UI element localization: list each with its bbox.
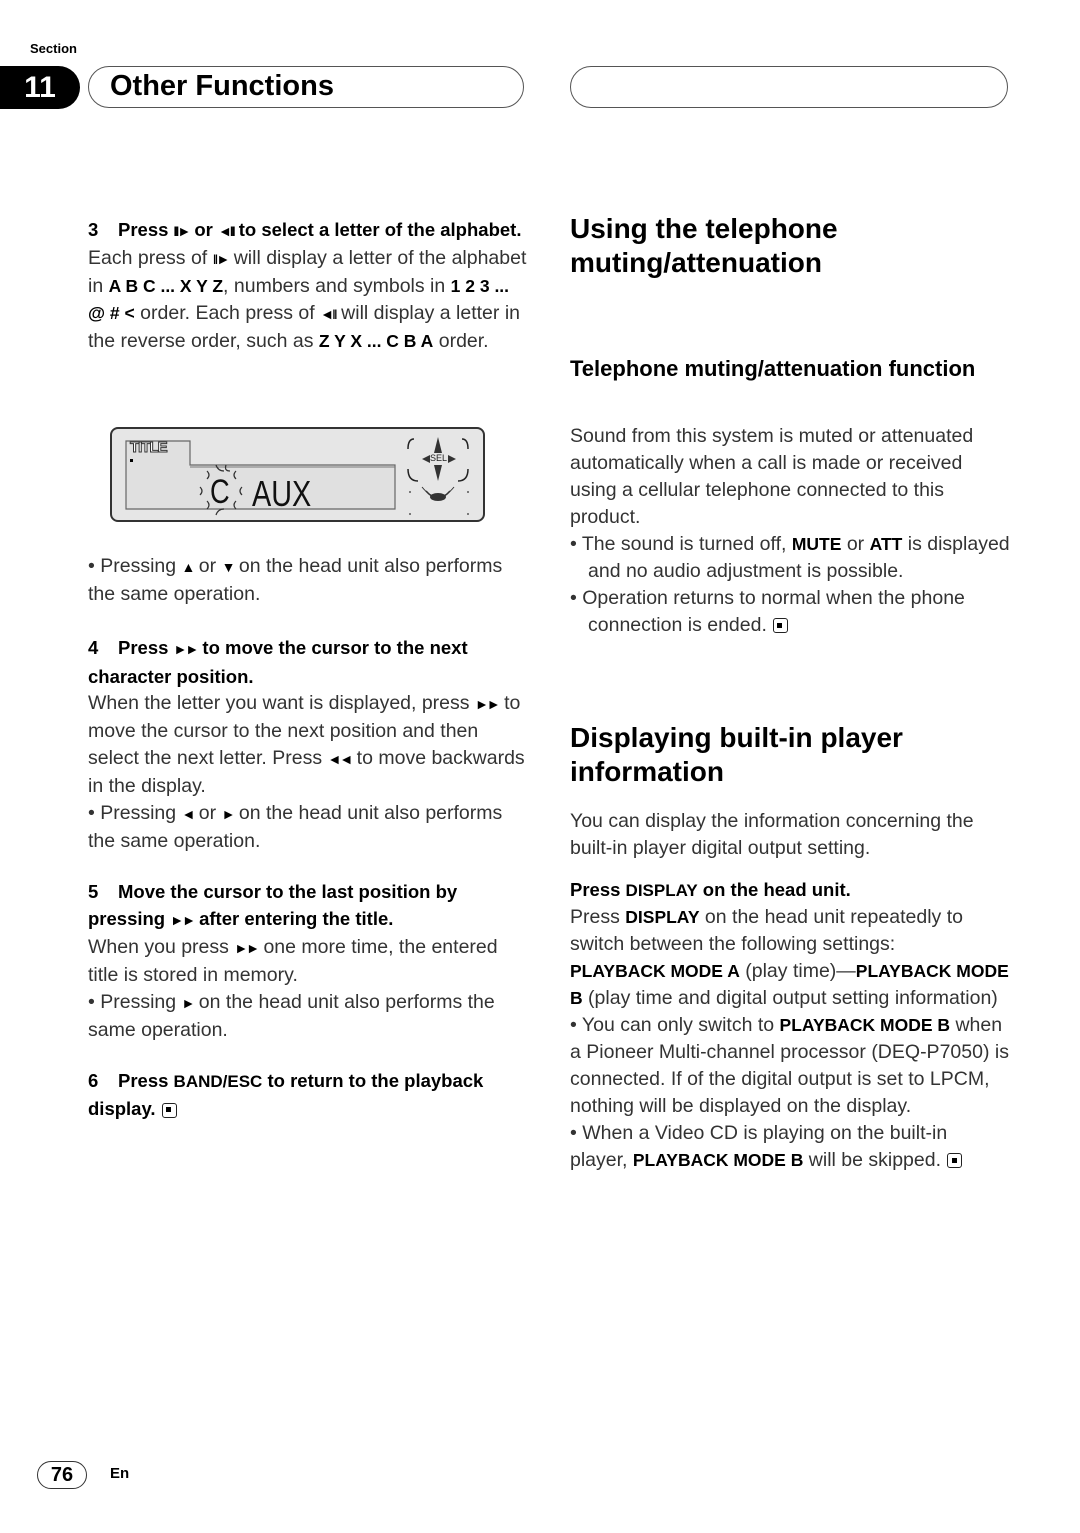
display-modes: PLAYBACK MODE A (play time)—PLAYBACK MOD…	[570, 960, 1009, 1009]
triangle-left-icon: ◄	[181, 806, 196, 822]
step-5: 5 Move the cursor to the last position by…	[88, 878, 528, 1044]
step-3-body: Each press of II► will display a letter …	[88, 247, 527, 352]
fast-forward-icon: ►►	[234, 940, 260, 956]
heading-displaying-info: Displaying built-in player information	[570, 722, 903, 787]
display-body: You can display the information concerni…	[570, 810, 974, 859]
step-3: 3 Press II► or ◄II to select a letter of …	[88, 216, 528, 355]
step-3-heading: 3 Press II► or ◄II to select a letter of …	[88, 219, 522, 240]
display-bullet-2: • When a Video CD is playing on the buil…	[570, 1120, 1010, 1174]
page-number: 76	[37, 1461, 87, 1489]
section-label: Section	[30, 41, 77, 56]
pause-play-icon: II►	[173, 223, 192, 239]
step-6: 6 Press BAND/ESC to return to the playbac…	[88, 1067, 528, 1122]
display-section: You can display the information concerni…	[570, 808, 1010, 1174]
telephone-bullet-1: • The sound is turned off, MUTE or ATT i…	[570, 533, 1010, 582]
step-5-bullet: • Pressing ► on the head unit also perfo…	[88, 991, 495, 1041]
step-5-body: When you press ►► one more time, the ent…	[88, 936, 498, 986]
end-of-section-icon	[161, 1102, 177, 1118]
telephone-section: Sound from this system is muted or atten…	[570, 423, 1010, 639]
step-5-heading: 5 Move the cursor to the last position by…	[88, 881, 458, 929]
empty-header-frame	[570, 66, 1008, 108]
lcd-blinking-char: C	[210, 473, 230, 511]
pause-play-icon: II►	[212, 251, 231, 267]
telephone-body: Sound from this system is muted or atten…	[570, 425, 974, 528]
step-4: 4 Press ►► to move the cursor to the next…	[88, 634, 528, 855]
triangle-right-icon: ►	[181, 995, 196, 1011]
step-4-body: When the letter you want is displayed, p…	[88, 692, 525, 797]
display-step-body: Press DISPLAY on the head unit repeatedl…	[570, 906, 963, 955]
heading-telephone-function: Telephone muting/attenuation function	[570, 356, 976, 381]
heading-telephone-muting: Using the telephone muting/attenuation	[570, 213, 838, 278]
step-4-bullet: • Pressing ◄ or ► on the head unit also …	[88, 802, 503, 852]
lcd-title-tag: TITLE	[130, 439, 169, 457]
fast-forward-icon: ►►	[474, 696, 501, 712]
step-4-heading: 4 Press ►► to move the cursor to the next…	[88, 637, 468, 687]
bullet-up-down: • Pressing ▲ or ▼ on the head unit also …	[88, 555, 503, 605]
telephone-bullet-2: • Operation returns to normal when the p…	[570, 587, 965, 636]
section-title: Other Functions	[110, 70, 334, 102]
fast-forward-icon: ►►	[173, 641, 200, 657]
triangle-up-icon: ▲	[181, 559, 196, 575]
triangle-down-icon: ▼	[221, 559, 236, 575]
lcd-display-illustration: TITLE C AUX SEL	[110, 427, 485, 522]
end-of-section-icon	[772, 618, 788, 634]
display-step-heading: Press DISPLAY on the head unit.	[570, 879, 851, 900]
section-number-badge: 11	[0, 66, 80, 109]
end-of-section-icon	[947, 1153, 963, 1169]
rewind-icon: ◄◄	[327, 751, 354, 767]
play-reverse-pause-icon: ◄II	[320, 306, 338, 322]
lcd-text: AUX	[252, 473, 312, 514]
triangle-right-icon: ►	[221, 806, 236, 822]
language-label: En	[110, 1465, 130, 1482]
display-bullet-1: • You can only switch to PLAYBACK MODE B…	[570, 1014, 1009, 1117]
play-reverse-pause-icon: ◄II	[217, 223, 236, 239]
step-6-heading: 6 Press BAND/ESC to return to the playbac…	[88, 1070, 484, 1119]
fast-forward-icon: ►►	[170, 912, 196, 928]
lcd-sel-label: SEL	[430, 453, 448, 463]
